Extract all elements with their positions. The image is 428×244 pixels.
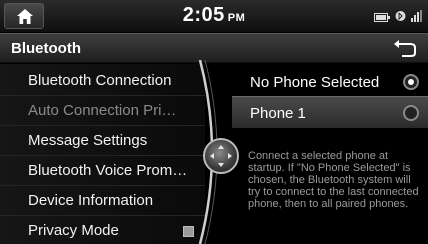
clock: 2:05 PM <box>0 4 428 27</box>
menu-item-bluetooth-connection[interactable]: Bluetooth Connection <box>0 66 205 96</box>
option-phone-1[interactable]: Phone 1 <box>232 96 428 128</box>
menu-item-privacy-mode[interactable]: Privacy Mode <box>0 216 205 244</box>
menu-item-label: Bluetooth Connection <box>28 72 172 89</box>
option-no-phone-selected[interactable]: No Phone Selected <box>232 66 428 98</box>
menu-item-label: Privacy Mode <box>28 222 119 239</box>
option-label: No Phone Selected <box>250 74 380 91</box>
bluetooth-phone-icon <box>394 9 407 27</box>
option-label: Phone 1 <box>250 105 306 122</box>
menu-item-label: Device Information <box>28 192 154 209</box>
battery-icon <box>374 9 390 27</box>
menu-item-label: Auto Connection Pri… <box>28 102 177 119</box>
back-arrow-icon <box>394 40 416 57</box>
privacy-mode-checkbox[interactable] <box>183 226 194 237</box>
clock-ampm: PM <box>227 12 246 24</box>
clock-time: 2:05 <box>182 4 225 26</box>
radio-selected-icon[interactable] <box>403 74 419 90</box>
menu-item-label: Message Settings <box>28 132 148 149</box>
menu-item-bluetooth-voice-prompt[interactable]: Bluetooth Voice Prom… <box>0 156 205 186</box>
menu-item-message-settings[interactable]: Message Settings <box>0 126 205 156</box>
menu-item-label: Bluetooth Voice Prom… <box>28 162 188 179</box>
status-bar: 2:05 PM <box>0 0 428 32</box>
signal-icon <box>411 9 422 27</box>
menu-item-device-information[interactable]: Device Information <box>0 186 205 216</box>
settings-menu: Bluetooth Connection Auto Connection Pri… <box>0 64 205 244</box>
menu-item-auto-connection-priority[interactable]: Auto Connection Pri… <box>0 96 205 126</box>
status-icons <box>374 9 422 27</box>
back-button[interactable] <box>390 38 420 60</box>
option-description: Connect a selected phone at startup. If … <box>248 150 419 210</box>
title-bar: Bluetooth <box>0 33 428 63</box>
radio-unselected-icon[interactable] <box>403 105 419 121</box>
page-title: Bluetooth <box>11 40 81 57</box>
